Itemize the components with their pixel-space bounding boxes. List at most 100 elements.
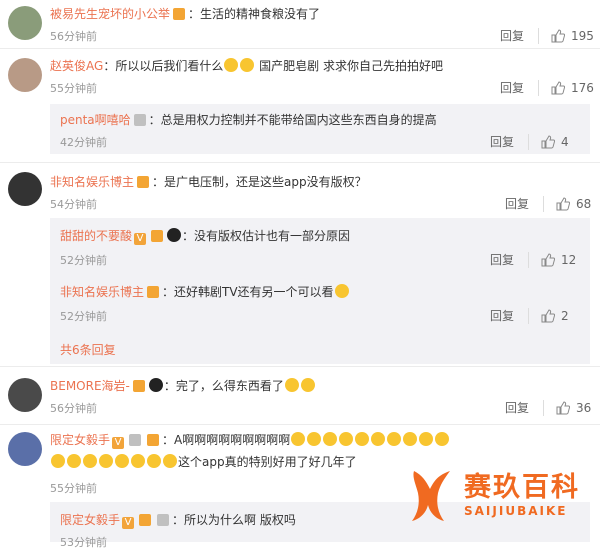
divider bbox=[543, 399, 545, 416]
emoji-icon bbox=[99, 454, 113, 468]
username[interactable]: 被易先生宠坏的小公举 bbox=[50, 7, 170, 21]
avatar[interactable] bbox=[8, 172, 42, 206]
badge-icon bbox=[157, 514, 170, 526]
emoji-icon bbox=[403, 432, 418, 446]
emoji-icon bbox=[284, 378, 299, 392]
emoji-icon bbox=[240, 58, 255, 72]
emoji-icon bbox=[163, 454, 177, 468]
emoji-icon bbox=[339, 432, 354, 446]
avatar[interactable] bbox=[8, 6, 42, 40]
emoji-icon bbox=[334, 284, 349, 298]
username[interactable]: 非知名娱乐博主 bbox=[50, 175, 134, 189]
timestamp: 55分钟前 bbox=[50, 482, 97, 495]
emoji-icon bbox=[291, 432, 306, 446]
emoji-icon bbox=[147, 454, 161, 468]
emoji-icon bbox=[224, 58, 239, 72]
emoji-icon bbox=[387, 432, 402, 446]
reply-button[interactable]: 回复 bbox=[500, 79, 524, 96]
divider bbox=[0, 424, 600, 425]
thumbs-up-icon bbox=[556, 196, 571, 210]
emoji-icon bbox=[323, 432, 338, 446]
username[interactable]: 赵英俊AG bbox=[50, 59, 103, 73]
reply-button[interactable]: 回复 bbox=[490, 307, 514, 324]
like-button[interactable]: 195 bbox=[551, 29, 594, 43]
like-count: 68 bbox=[576, 196, 592, 211]
avatar[interactable] bbox=[8, 378, 42, 412]
like-button[interactable]: 4 bbox=[541, 135, 569, 149]
emoji-icon bbox=[51, 454, 65, 468]
reply-text: 限定女毅手 V ：所以为什么啊 版权吗 bbox=[60, 512, 296, 529]
timestamp: 53分钟前 bbox=[60, 536, 107, 549]
like-count: 2 bbox=[561, 308, 569, 323]
like-button[interactable]: 68 bbox=[556, 197, 591, 211]
reply-body: ：没有版权估计也有一部分原因 bbox=[182, 229, 351, 243]
watermark-en: SAIJIUBAIKE bbox=[464, 504, 568, 518]
username[interactable]: penta啊嘻哈 bbox=[60, 113, 131, 127]
timestamp: 55分钟前 bbox=[50, 82, 97, 95]
divider bbox=[0, 48, 600, 49]
thumbs-up-icon bbox=[541, 134, 556, 148]
badge-icon bbox=[147, 286, 160, 298]
comment-actions: 回复 68 bbox=[505, 195, 591, 212]
comment-text: 赵英俊AG：所以以后我们看什么 国产肥皂剧 求求你自己先拍拍好吧 bbox=[50, 58, 443, 74]
panda-emoji-icon bbox=[148, 378, 163, 392]
thumbs-up-icon bbox=[541, 308, 556, 322]
comment-body: ：A啊啊啊啊啊啊啊啊啊 bbox=[162, 433, 291, 447]
like-count: 36 bbox=[576, 400, 592, 415]
username[interactable]: 限定女毅手 bbox=[60, 513, 120, 527]
comment-text: 被易先生宠坏的小公举 ：生活的精神食粮没有了 bbox=[50, 6, 320, 22]
emoji-icon bbox=[307, 432, 322, 446]
like-count: 4 bbox=[561, 134, 569, 149]
emoji-icon bbox=[67, 454, 81, 468]
comment-body: ：完了，么得东西看了 bbox=[163, 379, 284, 393]
badge-icon bbox=[132, 380, 145, 392]
divider bbox=[538, 27, 540, 44]
like-count: 12 bbox=[561, 252, 577, 267]
comment-body: ：所以以后我们看什么 bbox=[103, 59, 224, 73]
comment-actions: 回复 176 bbox=[500, 79, 594, 96]
vip-icon: V bbox=[122, 517, 135, 529]
reply-button[interactable]: 回复 bbox=[490, 133, 514, 150]
vip-icon: V bbox=[112, 437, 125, 449]
reply-button[interactable]: 回复 bbox=[505, 399, 529, 416]
comment-text: 限定女毅手 V ：A啊啊啊啊啊啊啊啊啊 bbox=[50, 432, 450, 449]
like-button[interactable]: 176 bbox=[551, 81, 594, 95]
badge-icon bbox=[133, 114, 146, 126]
reply-body: ：总是用权力控制并不能带给国内这些东西自身的提高 bbox=[148, 113, 437, 127]
reply-actions: 回复 4 bbox=[490, 133, 569, 150]
vip-icon: V bbox=[134, 233, 147, 245]
username[interactable]: 甜甜的不要酸 bbox=[60, 229, 132, 243]
like-button[interactable]: 36 bbox=[556, 401, 591, 415]
emoji-icon bbox=[435, 432, 450, 446]
reply-button[interactable]: 回复 bbox=[505, 195, 529, 212]
like-button[interactable]: 12 bbox=[541, 253, 576, 267]
like-count: 195 bbox=[571, 28, 594, 43]
username[interactable]: 限定女毅手 bbox=[50, 433, 110, 447]
timestamp: 52分钟前 bbox=[60, 254, 107, 267]
reply-box: 甜甜的不要酸 V ：没有版权估计也有一部分原因 52分钟前 回复 12 非知名娱乐博… bbox=[50, 218, 590, 364]
comment-body: ：是广电压制，还是这些app没有版权？ bbox=[152, 175, 367, 189]
emoji-icon bbox=[83, 454, 97, 468]
reply-actions: 回复 12 bbox=[490, 251, 576, 268]
more-replies-link[interactable]: 共6条回复 bbox=[60, 341, 116, 358]
timestamp: 54分钟前 bbox=[50, 198, 97, 211]
comment-body-cont: 这个app真的特别好用了好几年了 bbox=[178, 455, 357, 469]
avatar[interactable] bbox=[8, 58, 42, 92]
watermark-logo: 赛玖百科 SAIJIUBAIKE bbox=[410, 462, 590, 528]
whale-tail-logo-icon bbox=[412, 471, 450, 521]
username[interactable]: BEMORE海岩- bbox=[50, 379, 130, 393]
reply-button[interactable]: 回复 bbox=[500, 27, 524, 44]
watermark-text: 赛玖百科 SAIJIUBAIKE bbox=[464, 472, 580, 518]
like-button[interactable]: 2 bbox=[541, 309, 569, 323]
reply-button[interactable]: 回复 bbox=[490, 251, 514, 268]
thumbs-up-icon bbox=[556, 400, 571, 414]
timestamp: 52分钟前 bbox=[60, 310, 107, 323]
comment-text: 非知名娱乐博主 ：是广电压制，还是这些app没有版权？ bbox=[50, 174, 367, 190]
emoji-icon bbox=[300, 378, 315, 392]
divider bbox=[543, 195, 545, 212]
divider bbox=[538, 79, 540, 96]
reply-text: 甜甜的不要酸 V ：没有版权估计也有一部分原因 bbox=[60, 228, 350, 245]
emoji-icon bbox=[419, 432, 434, 446]
avatar[interactable] bbox=[8, 432, 42, 466]
username[interactable]: 非知名娱乐博主 bbox=[60, 285, 144, 299]
